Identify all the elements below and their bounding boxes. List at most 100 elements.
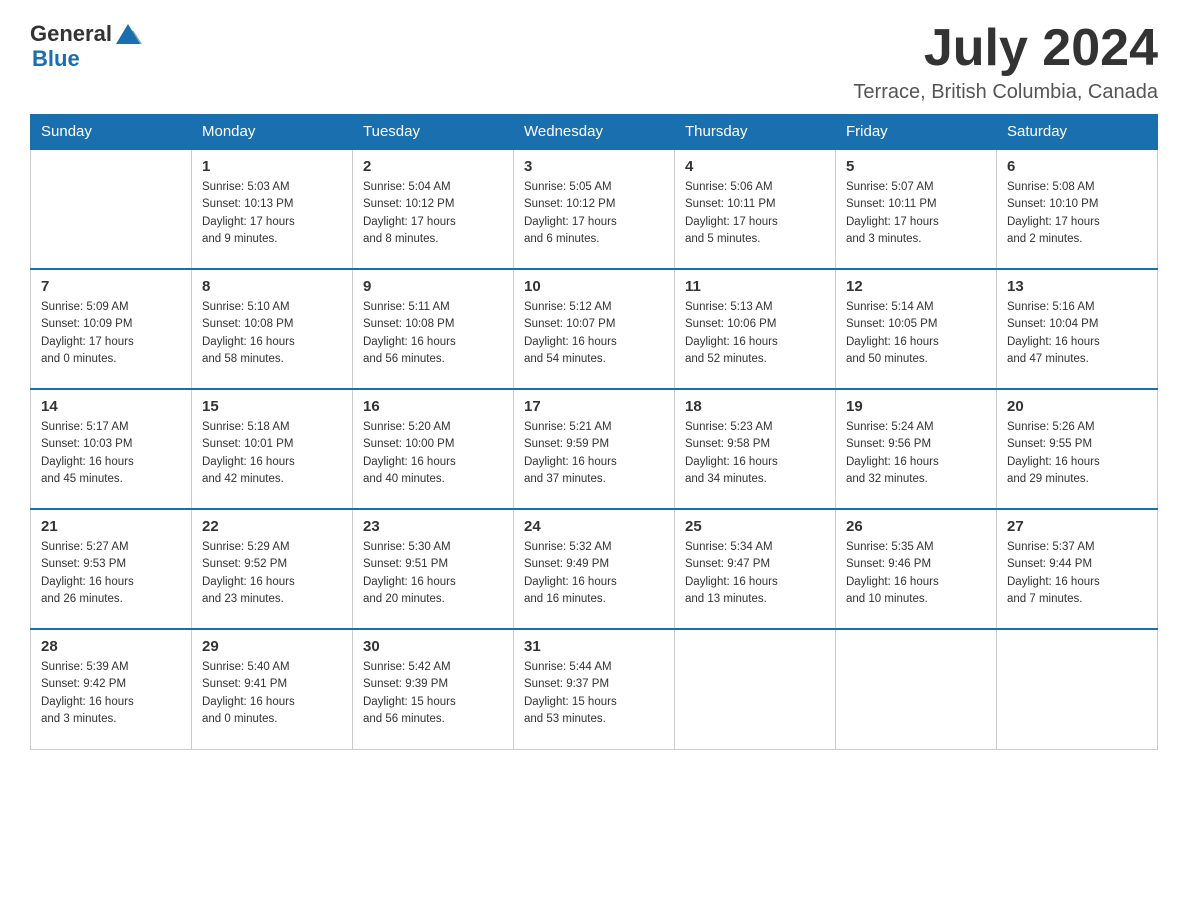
day-info: Sunrise: 5:08 AMSunset: 10:10 PMDaylight… [1007, 179, 1147, 248]
calendar-cell: 9 Sunrise: 5:11 AMSunset: 10:08 PMDayligh… [353, 269, 514, 389]
day-info: Sunrise: 5:18 AMSunset: 10:01 PMDaylight… [202, 419, 342, 488]
day-info: Sunrise: 5:23 AMSunset: 9:58 PMDaylight:… [685, 419, 825, 488]
calendar-cell [836, 629, 997, 749]
weekday-header-row: Sunday Monday Tuesday Wednesday Thursday… [31, 115, 1158, 150]
day-number: 29 [202, 638, 342, 655]
day-info: Sunrise: 5:11 AMSunset: 10:08 PMDaylight… [363, 299, 503, 368]
day-number: 26 [846, 518, 986, 535]
calendar-cell: 23 Sunrise: 5:30 AMSunset: 9:51 PMDayligh… [353, 509, 514, 629]
page-header: General Blue July 2024 Terrace, British … [30, 20, 1158, 104]
day-number: 30 [363, 638, 503, 655]
day-info: Sunrise: 5:24 AMSunset: 9:56 PMDaylight:… [846, 419, 986, 488]
day-info: Sunrise: 5:42 AMSunset: 9:39 PMDaylight:… [363, 659, 503, 728]
day-number: 8 [202, 278, 342, 295]
day-info: Sunrise: 5:34 AMSunset: 9:47 PMDaylight:… [685, 539, 825, 608]
calendar-cell: 16Sunrise: 5:20 AMSunset: 10:00 PMDaylig… [353, 389, 514, 509]
calendar-cell: 6 Sunrise: 5:08 AMSunset: 10:10 PMDayligh… [997, 149, 1158, 269]
day-info: Sunrise: 5:17 AMSunset: 10:03 PMDaylight… [41, 419, 181, 488]
month-title: July 2024 [853, 20, 1158, 77]
day-info: Sunrise: 5:29 AMSunset: 9:52 PMDaylight:… [202, 539, 342, 608]
calendar-cell: 7Sunrise: 5:09 AMSunset: 10:09 PMDayligh… [31, 269, 192, 389]
day-number: 2 [363, 158, 503, 175]
logo-blue: Blue [32, 48, 142, 70]
day-number: 6 [1007, 158, 1147, 175]
calendar-cell: 21 Sunrise: 5:27 AMSunset: 9:53 PMDayligh… [31, 509, 192, 629]
day-number: 24 [524, 518, 664, 535]
calendar-cell: 29 Sunrise: 5:40 AMSunset: 9:41 PMDayligh… [192, 629, 353, 749]
calendar-cell: 2 Sunrise: 5:04 AMSunset: 10:12 PMDayligh… [353, 149, 514, 269]
day-info: Sunrise: 5:44 AMSunset: 9:37 PMDaylight:… [524, 659, 664, 728]
day-number: 17 [524, 398, 664, 415]
day-number: 27 [1007, 518, 1147, 535]
calendar-cell: 12 Sunrise: 5:14 AMSunset: 10:05 PMDaylig… [836, 269, 997, 389]
calendar-cell [997, 629, 1158, 749]
calendar-cell: 13 Sunrise: 5:16 AMSunset: 10:04 PMDaylig… [997, 269, 1158, 389]
calendar-cell: 15 Sunrise: 5:18 AMSunset: 10:01 PMDaylig… [192, 389, 353, 509]
day-info: Sunrise: 5:12 AMSunset: 10:07 PMDaylight… [524, 299, 664, 368]
calendar-cell [675, 629, 836, 749]
calendar-cell: 18 Sunrise: 5:23 AMSunset: 9:58 PMDayligh… [675, 389, 836, 509]
calendar-cell: 4 Sunrise: 5:06 AMSunset: 10:11 PMDayligh… [675, 149, 836, 269]
day-info: Sunrise: 5:07 AMSunset: 10:11 PMDaylight… [846, 179, 986, 248]
calendar-cell: 14 Sunrise: 5:17 AMSunset: 10:03 PMDaylig… [31, 389, 192, 509]
header-sunday: Sunday [31, 115, 192, 150]
calendar-cell: 27Sunrise: 5:37 AMSunset: 9:44 PMDayligh… [997, 509, 1158, 629]
day-number: 10 [524, 278, 664, 295]
header-saturday: Saturday [997, 115, 1158, 150]
day-number: 5 [846, 158, 986, 175]
day-info: Sunrise: 5:04 AMSunset: 10:12 PMDaylight… [363, 179, 503, 248]
title-block: July 2024 Terrace, British Columbia, Can… [853, 20, 1158, 104]
day-info: Sunrise: 5:20 AMSunset: 10:00 PMDaylight… [363, 419, 503, 488]
logo-general: General [30, 23, 112, 45]
day-number: 18 [685, 398, 825, 415]
logo-icon [114, 20, 142, 48]
calendar-cell: 3Sunrise: 5:05 AMSunset: 10:12 PMDayligh… [514, 149, 675, 269]
day-number: 4 [685, 158, 825, 175]
day-number: 14 [41, 398, 181, 415]
calendar-cell: 25 Sunrise: 5:34 AMSunset: 9:47 PMDayligh… [675, 509, 836, 629]
day-number: 1 [202, 158, 342, 175]
day-number: 25 [685, 518, 825, 535]
calendar-cell: 17 Sunrise: 5:21 AMSunset: 9:59 PMDayligh… [514, 389, 675, 509]
day-number: 15 [202, 398, 342, 415]
calendar-cell: 20 Sunrise: 5:26 AMSunset: 9:55 PMDayligh… [997, 389, 1158, 509]
day-info: Sunrise: 5:27 AMSunset: 9:53 PMDaylight:… [41, 539, 181, 608]
calendar-cell: 28 Sunrise: 5:39 AMSunset: 9:42 PMDayligh… [31, 629, 192, 749]
day-number: 20 [1007, 398, 1147, 415]
header-friday: Friday [836, 115, 997, 150]
day-number: 9 [363, 278, 503, 295]
calendar-cell: 22 Sunrise: 5:29 AMSunset: 9:52 PMDayligh… [192, 509, 353, 629]
day-number: 13 [1007, 278, 1147, 295]
day-info: Sunrise: 5:21 AMSunset: 9:59 PMDaylight:… [524, 419, 664, 488]
calendar-cell: 8Sunrise: 5:10 AMSunset: 10:08 PMDayligh… [192, 269, 353, 389]
calendar-table: Sunday Monday Tuesday Wednesday Thursday… [30, 114, 1158, 750]
day-number: 12 [846, 278, 986, 295]
day-info: Sunrise: 5:06 AMSunset: 10:11 PMDaylight… [685, 179, 825, 248]
day-number: 28 [41, 638, 181, 655]
header-tuesday: Tuesday [353, 115, 514, 150]
week-row-3: 14 Sunrise: 5:17 AMSunset: 10:03 PMDaylig… [31, 389, 1158, 509]
calendar-cell [31, 149, 192, 269]
day-info: Sunrise: 5:30 AMSunset: 9:51 PMDaylight:… [363, 539, 503, 608]
day-info: Sunrise: 5:16 AMSunset: 10:04 PMDaylight… [1007, 299, 1147, 368]
day-number: 31 [524, 638, 664, 655]
day-info: Sunrise: 5:03 AMSunset: 10:13 PMDaylight… [202, 179, 342, 248]
calendar-cell: 1 Sunrise: 5:03 AMSunset: 10:13 PMDayligh… [192, 149, 353, 269]
day-info: Sunrise: 5:05 AMSunset: 10:12 PMDaylight… [524, 179, 664, 248]
day-number: 19 [846, 398, 986, 415]
header-monday: Monday [192, 115, 353, 150]
header-thursday: Thursday [675, 115, 836, 150]
day-info: Sunrise: 5:39 AMSunset: 9:42 PMDaylight:… [41, 659, 181, 728]
day-info: Sunrise: 5:35 AMSunset: 9:46 PMDaylight:… [846, 539, 986, 608]
day-info: Sunrise: 5:26 AMSunset: 9:55 PMDaylight:… [1007, 419, 1147, 488]
day-info: Sunrise: 5:13 AMSunset: 10:06 PMDaylight… [685, 299, 825, 368]
week-row-1: 1 Sunrise: 5:03 AMSunset: 10:13 PMDayligh… [31, 149, 1158, 269]
day-number: 21 [41, 518, 181, 535]
day-number: 22 [202, 518, 342, 535]
calendar-cell: 10 Sunrise: 5:12 AMSunset: 10:07 PMDaylig… [514, 269, 675, 389]
day-info: Sunrise: 5:14 AMSunset: 10:05 PMDaylight… [846, 299, 986, 368]
calendar-cell: 24Sunrise: 5:32 AMSunset: 9:49 PMDayligh… [514, 509, 675, 629]
day-info: Sunrise: 5:40 AMSunset: 9:41 PMDaylight:… [202, 659, 342, 728]
day-number: 11 [685, 278, 825, 295]
day-number: 23 [363, 518, 503, 535]
